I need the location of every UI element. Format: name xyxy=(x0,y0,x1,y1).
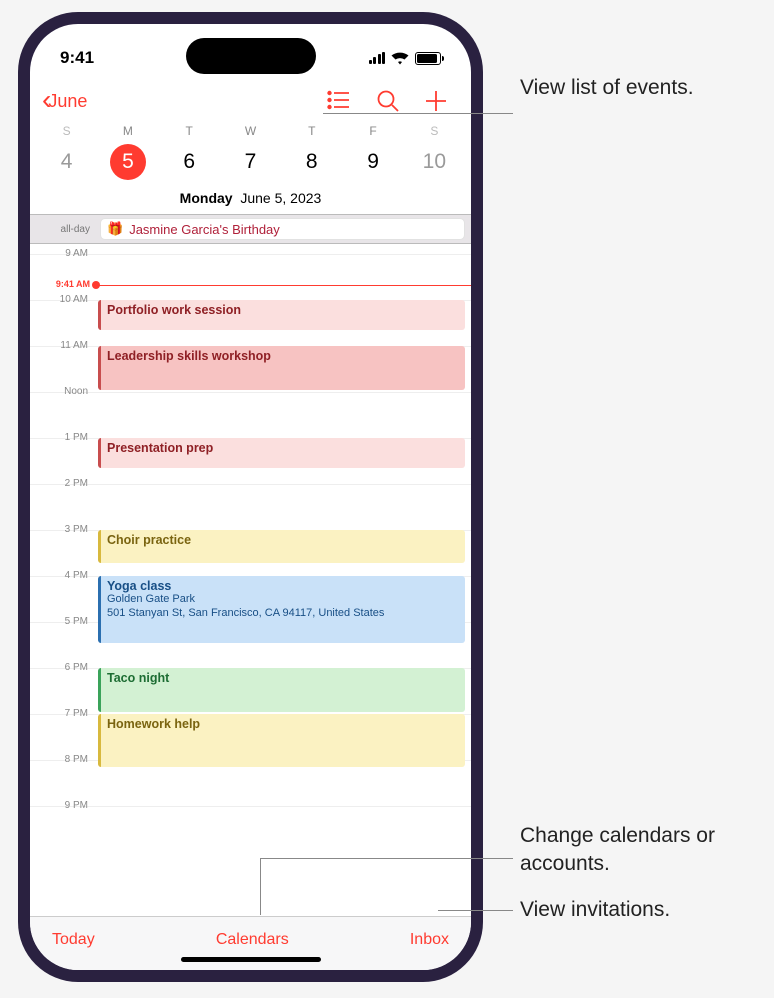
allday-event[interactable]: 🎁 Jasmine Garcia's Birthday xyxy=(100,218,465,240)
hour-label: 1 PM xyxy=(30,432,94,443)
hour-label: 4 PM xyxy=(30,570,94,581)
week-letter: M xyxy=(97,124,158,138)
calendar-event[interactable]: Homework help xyxy=(98,714,465,767)
hour-label: 3 PM xyxy=(30,524,94,535)
hour-label: Noon xyxy=(30,386,94,397)
calendars-button[interactable]: Calendars xyxy=(216,931,289,949)
search-icon[interactable] xyxy=(377,90,399,112)
callout-inbox: View invitations. xyxy=(520,896,670,924)
dynamic-island xyxy=(186,38,316,74)
week-letter: S xyxy=(404,124,465,138)
hour-label: 6 PM xyxy=(30,662,94,673)
nav-bar: ‹ June xyxy=(30,78,471,124)
hour-label: 9 PM xyxy=(30,800,94,811)
hour-label: 8 PM xyxy=(30,754,94,765)
week-day[interactable]: 9 xyxy=(342,144,403,180)
today-button[interactable]: Today xyxy=(52,931,95,949)
back-button[interactable]: ‹ June xyxy=(42,89,327,114)
phone-screen: 9:41 ‹ June xyxy=(30,24,471,970)
add-icon[interactable] xyxy=(425,90,447,112)
week-day[interactable]: 8 xyxy=(281,144,342,180)
status-indicators xyxy=(369,52,442,65)
hour-label: 10 AM xyxy=(30,294,94,305)
cellular-icon xyxy=(369,52,386,64)
allday-event-title: Jasmine Garcia's Birthday xyxy=(129,222,280,237)
hour-label: 11 AM xyxy=(30,340,94,351)
phone-frame: 9:41 ‹ June xyxy=(18,12,483,982)
calendar-event[interactable]: Yoga classGolden Gate Park501 Stanyan St… xyxy=(98,576,465,643)
now-indicator: 9:41 AM xyxy=(30,279,90,289)
hour-label: 7 PM xyxy=(30,708,94,719)
hour-label: 9 AM xyxy=(30,248,94,259)
week-letter: T xyxy=(159,124,220,138)
week-days-row: 45678910 xyxy=(30,138,471,186)
calendar-event[interactable]: Taco night xyxy=(98,668,465,712)
hour-label: 2 PM xyxy=(30,478,94,489)
week-letters-row: SMTWTFS xyxy=(30,124,471,138)
inbox-button[interactable]: Inbox xyxy=(410,931,449,949)
allday-label: all-day xyxy=(30,224,100,235)
date-header: Monday June 5, 2023 xyxy=(30,186,471,214)
wifi-icon xyxy=(391,52,409,65)
allday-row: all-day 🎁 Jasmine Garcia's Birthday xyxy=(30,214,471,244)
week-letter: S xyxy=(36,124,97,138)
home-indicator xyxy=(181,957,321,962)
calendar-event[interactable]: Choir practice xyxy=(98,530,465,563)
week-day[interactable]: 5 xyxy=(97,144,158,180)
back-label: June xyxy=(48,91,87,112)
calendar-event[interactable]: Portfolio work session xyxy=(98,300,465,330)
hour-label: 5 PM xyxy=(30,616,94,627)
week-day[interactable]: 6 xyxy=(159,144,220,180)
callout-list: View list of events. xyxy=(520,74,694,102)
week-letter: T xyxy=(281,124,342,138)
calendar-event[interactable]: Leadership skills workshop xyxy=(98,346,465,390)
gift-icon: 🎁 xyxy=(107,221,123,237)
week-letter: W xyxy=(220,124,281,138)
callout-calendars: Change calendars or accounts. xyxy=(520,822,774,879)
week-day[interactable]: 10 xyxy=(404,144,465,180)
timeline[interactable]: 9 AM 10 AM 11 AM Noon 1 PM 2 PM 3 PM 4 PM 5 PM 6 … xyxy=(30,244,471,916)
calendar-event[interactable]: Presentation prep xyxy=(98,438,465,468)
week-day[interactable]: 4 xyxy=(36,144,97,180)
status-time: 9:41 xyxy=(60,48,94,68)
list-view-icon[interactable] xyxy=(327,90,351,110)
battery-icon xyxy=(415,52,441,65)
week-letter: F xyxy=(342,124,403,138)
week-day[interactable]: 7 xyxy=(220,144,281,180)
